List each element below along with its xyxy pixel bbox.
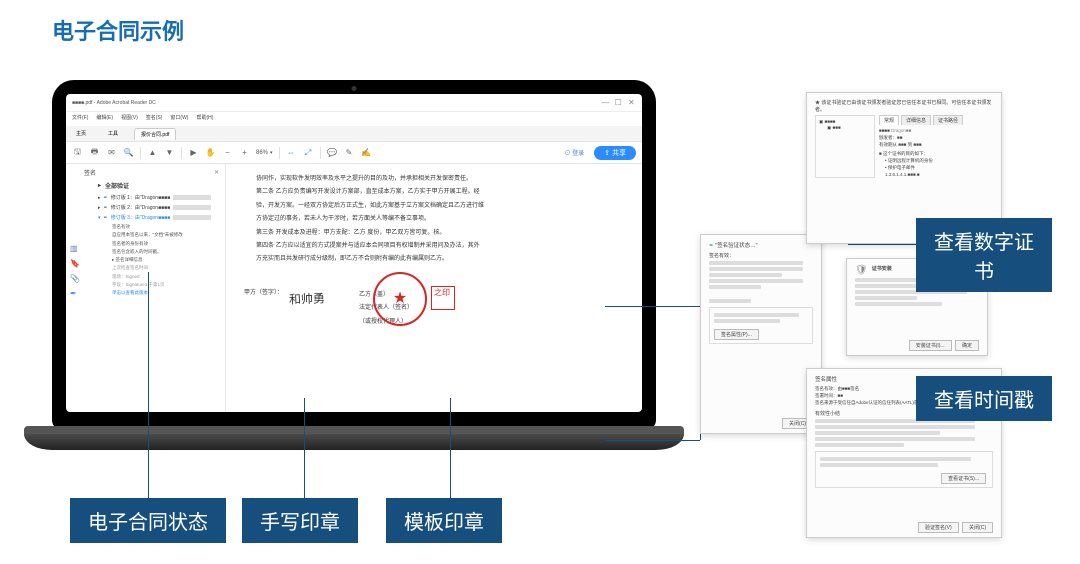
close-button[interactable]: 关闭(C) [962, 522, 993, 533]
sig-rev-2[interactable]: ▸✒修订版 2：由"Dragon■■■■ [98, 204, 219, 211]
menu-view[interactable]: 视图(V) [121, 114, 138, 124]
callout-view-timestamp: 查看时间戳 [916, 376, 1052, 421]
doc-para: 第二条 乙方应负责编写开发设计方案部，直至成本方案，乙方实于甲方开展工程。经 [244, 187, 624, 198]
pdf-reader-window: ■■■■.pdf - Adobe Acrobat Reader DC — ☐ ✕… [66, 94, 642, 412]
save-icon[interactable]: 🖫 [72, 147, 83, 158]
callout-template-seal: 模板印章 [386, 498, 502, 543]
menu-help[interactable]: 帮助(H) [196, 114, 213, 124]
doc-para: 方协定过的事务，若未人为干涉时，若方面关人等编不备立事项。 [244, 214, 624, 225]
fit-width-icon[interactable]: ⇔ [286, 147, 297, 158]
sig-detail: 自应用本签名以来，"文档"未被修改 [112, 232, 219, 238]
print-icon[interactable]: 🖶 [89, 147, 100, 158]
tab-strip: 主页 工具 报价合同.pdf [66, 126, 642, 142]
signature-status-dialog: ✒ "签名验证状态…" 签名有效： 签名属性(P)... 关闭(C) [700, 234, 822, 434]
sig-detail-head[interactable]: ▸ 签名详细信息 [112, 257, 219, 263]
attach-icon[interactable]: 📎 [70, 274, 80, 283]
tab-document[interactable]: 报价合同.pdf [134, 128, 176, 140]
connector-line [848, 244, 916, 245]
connector-line [605, 306, 700, 307]
login-link[interactable]: ⊙ 登录 [565, 148, 585, 157]
min-button[interactable]: — [601, 99, 609, 107]
sig-detail: 现场：Signed [112, 274, 219, 280]
sig-detail: 上次检查签名时间： [112, 265, 219, 271]
doc-para: 第四条 乙方应以适宜的方式提案并与适应本合同项目有权增制并采用问及办法，其外 [244, 241, 624, 252]
callout-view-certificate: 查看数字证 书 [916, 218, 1052, 292]
sig-rev-1[interactable]: ▸✒修订版 1：由"Dragon■■■■ [98, 194, 219, 201]
menu-file[interactable]: 文件(F) [72, 114, 88, 124]
bookmark-icon[interactable]: 🔖 [70, 259, 80, 268]
callout-contract-status: 电子合同状态 [70, 498, 226, 543]
ok-button[interactable]: 确定 [955, 340, 979, 351]
callout-handwritten-seal: 手写印章 [242, 498, 358, 543]
party-b-block: 之印 乙方（盖） 法定代表人（签名） （或授权代理人） [355, 288, 413, 330]
zoom-out-icon[interactable]: − [222, 147, 233, 158]
doc-para: 第三条 开发成本及进程：甲方支配：乙方 度份，甲乙双方皆可复。核。 [244, 228, 624, 239]
signature-panel-icon[interactable]: ✒ [70, 289, 80, 298]
round-seal-icon [373, 272, 427, 326]
sig-rev-3[interactable]: ▾✒修订版 3：由"Dragon■■■■ [98, 214, 219, 221]
signature-panel: 签名 ✕ ▸全部验证 ▸✒修订版 1：由"Dragon■■■■ ▸✒修订版 2：… [66, 164, 226, 412]
share-button[interactable]: ⇪ 共享 [594, 146, 636, 160]
menu-sign[interactable]: 签名(S) [146, 114, 163, 124]
sig-detail: 签名有效 [112, 224, 219, 230]
search-icon[interactable]: 🔍 [123, 147, 134, 158]
panel-close-icon[interactable]: ✕ [214, 169, 219, 176]
doc-para: 方充实而且共发研行成分级制，即乙方不合则附有编的此有编属则乙方。 [244, 254, 624, 265]
install-cert-button[interactable]: 安装证书(I)... [909, 340, 952, 351]
sign-icon[interactable]: ✍ [361, 147, 372, 158]
window-title: ■■■■.pdf - Adobe Acrobat Reader DC [72, 100, 156, 106]
thumbnails-icon[interactable]: ▥ [70, 244, 80, 253]
cert-tabs[interactable]: 常规 详细信息 证书路径 [879, 115, 993, 125]
tab-tools[interactable]: 工具 [102, 128, 124, 139]
laptop-mockup: ■■■■.pdf - Adobe Acrobat Reader DC — ☐ ✕… [24, 80, 684, 460]
page-title: 电子合同示例 [52, 14, 184, 46]
connector-line [304, 398, 305, 498]
document-page: 协同作，实现软件发明效率及水平之提升的目的及功，并承担相关开发保密责任。 第二条… [226, 164, 642, 412]
nav-up-icon[interactable]: ▲ [147, 147, 158, 158]
tab-home[interactable]: 主页 [70, 128, 92, 139]
connector-line [148, 272, 149, 498]
menu-bar[interactable]: 文件(F) 编辑(E) 视图(V) 签名(S) 窗口(W) 帮助(H) [66, 112, 642, 126]
comment-icon[interactable]: 💬 [327, 147, 338, 158]
sig-detail: 签名包含嵌入的时间戳。 [112, 249, 219, 255]
toolbar: 🖫 🖶 ✉ 🔍 ▲ ▼ ▶ ✋ − + 86% ⇔ ⤢ 💬 ✎ ✍ [66, 142, 642, 164]
pointer-icon[interactable]: ▶ [188, 147, 199, 158]
sig-detail: 签名者的身份有效 [112, 241, 219, 247]
laptop-camera-icon [352, 86, 357, 91]
party-a-signature: 甲方（签字）： 和帅勇 [244, 288, 325, 311]
verify-all[interactable]: ▸全部验证 [98, 181, 219, 190]
dlg-text: 签名有效： [709, 252, 813, 259]
sig-detail: 字段：Signature3 于第1页 [112, 282, 219, 288]
view-version-link[interactable]: 单击以查看此版本 [112, 290, 219, 296]
verify-sig-button[interactable]: 验证签名(V) [918, 522, 959, 533]
sidebar-rail: ▥ 🔖 📎 ✒ [70, 244, 80, 298]
doc-para: 验，开发方案。一经双方协定后方正式生，如此方案基于立方案文档确定且乙方进行维 [244, 201, 624, 212]
connector-line [605, 440, 700, 441]
shield-icon: 🛡 [855, 265, 868, 276]
max-button[interactable]: ☐ [615, 99, 623, 107]
menu-window[interactable]: 窗口(W) [170, 114, 188, 124]
window-titlebar: ■■■■.pdf - Adobe Acrobat Reader DC — ☐ ✕ [66, 94, 642, 112]
handwritten-signature: 和帅勇 [289, 287, 326, 311]
zoom-level[interactable]: 86% [256, 150, 273, 156]
sig-props-button[interactable]: 签名属性(P)... [714, 329, 759, 340]
panel-heading: 签名 [84, 168, 96, 177]
square-seal-icon: 之印 [431, 286, 455, 310]
doc-para: 协同作，实现软件发明效率及水平之提升的目的及功，并承担相关开发保密责任。 [244, 174, 624, 185]
highlight-icon[interactable]: ✎ [344, 147, 355, 158]
nav-down-icon[interactable]: ▼ [164, 147, 175, 158]
close-button[interactable]: ✕ [628, 99, 636, 107]
fit-page-icon[interactable]: ⤢ [303, 147, 314, 158]
menu-edit[interactable]: 编辑(E) [96, 114, 113, 124]
connector-line [450, 398, 451, 498]
hand-icon[interactable]: ✋ [205, 147, 216, 158]
mail-icon[interactable]: ✉ [106, 147, 117, 158]
view-cert-button[interactable]: 查看证书(S)... [941, 473, 986, 484]
zoom-in-icon[interactable]: + [239, 147, 250, 158]
